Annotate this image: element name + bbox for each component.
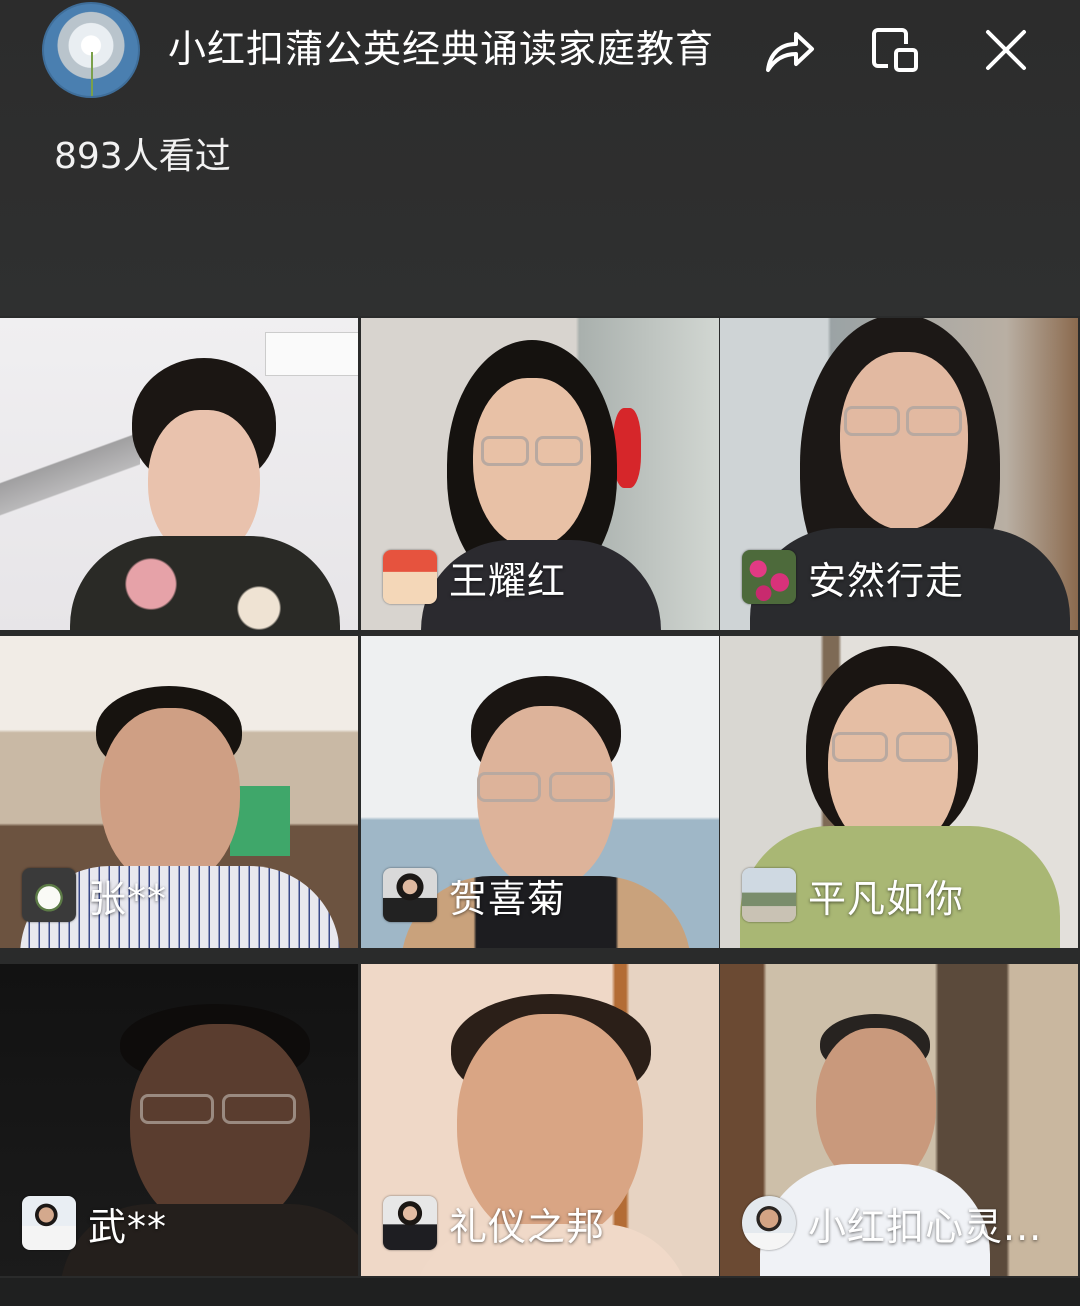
video-tile-5[interactable]: 平凡如你 — [720, 636, 1078, 948]
teacup-thumb — [22, 868, 76, 922]
participant-label: 小红扣心灵... — [742, 1196, 1042, 1250]
bottom-bar — [0, 1278, 1080, 1306]
participant-name: 武** — [88, 1204, 168, 1249]
pink-flowers-thumb — [742, 550, 796, 604]
video-tile-6[interactable]: 武** — [0, 964, 358, 1276]
participant-label: 王耀红 — [383, 550, 566, 604]
channel-avatar[interactable] — [42, 2, 140, 98]
video-tile-1[interactable]: 王耀红 — [361, 318, 719, 630]
participant-name: 安然行走 — [808, 558, 965, 603]
video-tile-2[interactable]: 安然行走 — [720, 318, 1078, 630]
participant-name: 小红扣心灵... — [808, 1204, 1043, 1249]
participant-name: 礼仪之邦 — [449, 1204, 606, 1249]
share-icon[interactable] — [760, 22, 816, 78]
portrait-thumb — [383, 868, 437, 922]
participant-name: 贺喜菊 — [449, 876, 567, 921]
video-tile-4[interactable]: 贺喜菊 — [361, 636, 719, 948]
video-tile-host[interactable] — [0, 318, 358, 630]
man-portrait-thumb — [22, 1196, 76, 1250]
woman-portrait-thumb — [383, 1196, 437, 1250]
picture-in-picture-icon[interactable] — [868, 22, 924, 78]
participant-label: 安然行走 — [742, 550, 964, 604]
participant-label: 礼仪之邦 — [383, 1196, 605, 1250]
participant-label: 武** — [22, 1196, 167, 1250]
participant-name: 王耀红 — [449, 558, 567, 603]
participant-name: 平凡如你 — [808, 876, 965, 921]
video-tile-3[interactable]: 张** — [0, 636, 358, 948]
viewer-count: 893人看过 — [54, 136, 231, 177]
participant-label: 张** — [22, 868, 167, 922]
participant-label: 平凡如你 — [742, 868, 964, 922]
video-tile-8[interactable]: 小红扣心灵... — [720, 964, 1078, 1276]
participant-label: 贺喜菊 — [383, 868, 566, 922]
video-tile-7[interactable]: 礼仪之邦 — [361, 964, 719, 1276]
channel-title[interactable]: 小红扣蒲公英经典诵读家庭教育 — [168, 22, 748, 76]
outdoor-photo-thumb — [742, 868, 796, 922]
video-grid: 王耀红 安然行走 张** 贺喜菊 平凡如你 武** 礼仪之邦 小红扣心灵... — [0, 318, 1080, 1276]
participant-name: 张** — [88, 876, 168, 921]
close-icon[interactable] — [978, 22, 1034, 78]
man-avatar-thumb — [742, 1196, 796, 1250]
family-photo-thumb — [383, 550, 437, 604]
live-header: 小红扣蒲公英经典诵读家庭教育 893人看过 — [0, 0, 1080, 316]
